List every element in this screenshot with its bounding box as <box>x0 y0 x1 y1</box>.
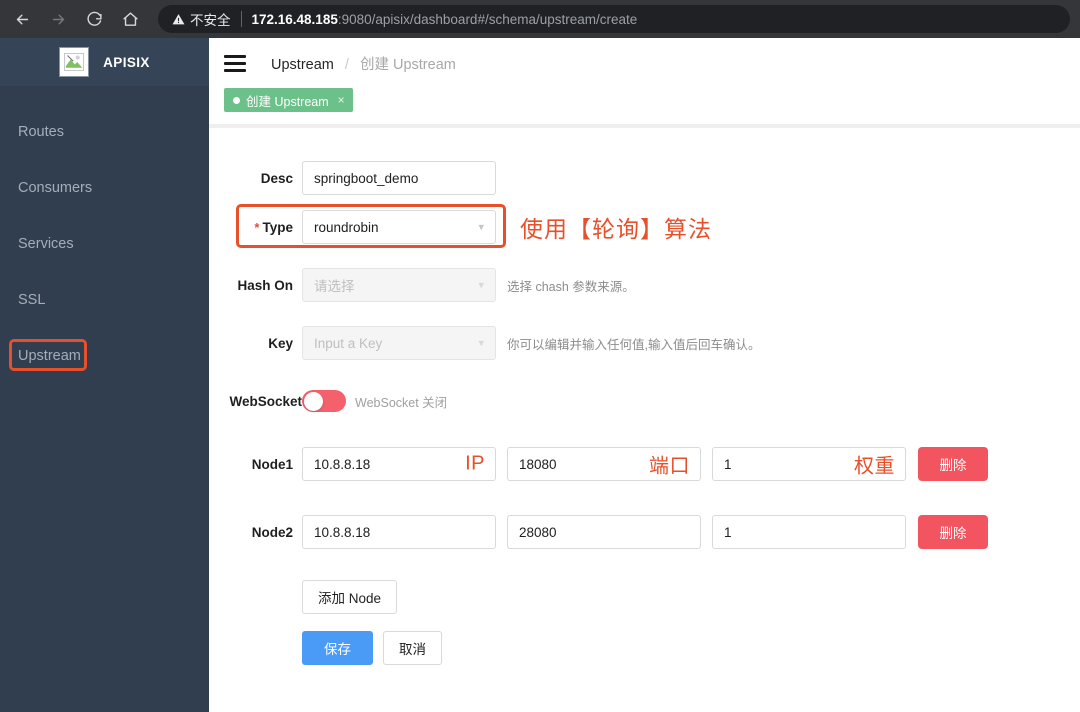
sidebar-item-label: SSL <box>18 292 46 308</box>
breadcrumb-separator: / <box>344 56 349 73</box>
node2-port-input[interactable]: 28080 <box>507 515 701 549</box>
sidebar-menu: Routes Consumers Services SSL Upstream <box>0 86 209 384</box>
form-row-actions: 保存 取消 <box>209 628 1080 668</box>
add-node-button[interactable]: 添加 Node <box>302 580 398 614</box>
websocket-label: WebSocket <box>229 393 302 409</box>
brand-label: APISIX <box>103 54 150 70</box>
browser-toolbar: 不安全 172.16.48.185:9080/apisix/dashboard#… <box>0 0 1080 38</box>
sidebar-item-routes[interactable]: Routes <box>0 104 209 160</box>
node1-host-input[interactable]: 10.8.8.18 IP <box>302 447 496 481</box>
sidebar: APISIX Routes Consumers Services SSL Ups… <box>0 38 209 712</box>
sidebar-item-label: Consumers <box>18 180 93 196</box>
cancel-button[interactable]: 取消 <box>383 631 442 665</box>
sidebar-item-upstream[interactable]: Upstream <box>0 328 209 384</box>
node1-port-value: 18080 <box>519 456 557 472</box>
forward-button[interactable] <box>44 5 72 33</box>
node1-host-value: 10.8.8.18 <box>314 456 371 472</box>
form-row-node2: Node2 10.8.8.18 28080 1 删除 <box>209 498 1080 566</box>
form-row-desc: Desc springboot_demo <box>209 158 1080 198</box>
node1-weight-input[interactable]: 1 权重 <box>712 447 906 481</box>
sidebar-item-services[interactable]: Services <box>0 216 209 272</box>
chevron-down-icon: ▾ <box>478 221 484 234</box>
type-select[interactable]: roundrobin ▾ <box>302 210 496 244</box>
page-topbar: Upstream / 创建 Upstream <box>209 38 1080 88</box>
home-button[interactable] <box>116 5 144 33</box>
node1-label: Node1 <box>251 456 293 472</box>
hash-on-select[interactable]: 请选择 ▾ <box>302 268 496 302</box>
tab-label: 创建 Upstream <box>246 94 329 109</box>
node2-weight-value: 1 <box>724 524 732 540</box>
breadcrumb: Upstream / 创建 Upstream <box>271 53 456 74</box>
form-row-type: * Type roundrobin ▾ 使用【轮询】算法 <box>209 198 1080 256</box>
desc-label: Desc <box>260 170 293 186</box>
sidebar-brand[interactable]: APISIX <box>0 38 209 86</box>
sidebar-item-label: Routes <box>18 124 64 140</box>
node2-host-input[interactable]: 10.8.8.18 <box>302 515 496 549</box>
chevron-down-icon: ▾ <box>478 337 484 350</box>
node2-label: Node2 <box>251 524 293 540</box>
node2-host-value: 10.8.8.18 <box>314 524 371 540</box>
websocket-toggle[interactable] <box>302 390 346 412</box>
key-hint: 你可以编辑并输入任何值,输入值后回车确认。 <box>507 337 761 352</box>
sidebar-item-label: Upstream <box>18 348 81 364</box>
main-content: Upstream / 创建 Upstream 创建 Upstream × Des… <box>209 38 1080 712</box>
tab-status-dot-icon <box>233 96 240 104</box>
websocket-state-text: WebSocket 关闭 <box>355 395 448 410</box>
sidebar-item-consumers[interactable]: Consumers <box>0 160 209 216</box>
address-bar[interactable]: 不安全 172.16.48.185:9080/apisix/dashboard#… <box>158 5 1070 33</box>
toggle-knob <box>303 391 323 411</box>
warning-triangle-icon <box>172 13 185 26</box>
url-host: 172.16.48.185 <box>251 11 338 27</box>
node2-weight-input[interactable]: 1 <box>712 515 906 549</box>
type-label-text: Type <box>262 219 293 235</box>
node1-weight-value: 1 <box>724 456 732 472</box>
desc-input[interactable]: springboot_demo <box>302 161 496 195</box>
form-row-websocket: WebSocket WebSocket 关闭 <box>209 372 1080 430</box>
tab-create-upstream[interactable]: 创建 Upstream × <box>224 88 353 112</box>
sidebar-item-label: Services <box>18 236 74 252</box>
hash-on-label: Hash On <box>237 277 293 293</box>
security-status-text: 不安全 <box>190 13 231 28</box>
breadcrumb-item-upstream[interactable]: Upstream <box>271 57 334 73</box>
type-value: roundrobin <box>314 219 379 235</box>
annotation-text-weight: 权重 <box>854 455 895 478</box>
required-marker: * <box>254 219 260 235</box>
node2-delete-button[interactable]: 删除 <box>918 515 988 549</box>
annotation-text-ip: IP <box>465 452 485 475</box>
form-row-add-node: 添加 Node <box>209 566 1080 628</box>
form-row-key: Key Input a Key ▾ 你可以编辑并输入任何值,输入值后回车确认。 <box>209 314 1080 372</box>
form-row-node1: Node1 10.8.8.18 IP 18080 端口 1 权重 删除 <box>209 430 1080 498</box>
save-button[interactable]: 保存 <box>302 631 373 665</box>
annotation-text-type: 使用【轮询】算法 <box>520 216 712 242</box>
key-label: Key <box>268 335 293 351</box>
key-input[interactable]: Input a Key ▾ <box>302 326 496 360</box>
node1-delete-button[interactable]: 删除 <box>918 447 988 481</box>
broken-image-icon <box>59 47 90 77</box>
close-icon[interactable]: × <box>338 93 345 107</box>
desc-value: springboot_demo <box>314 170 419 186</box>
annotation-text-port: 端口 <box>649 455 690 478</box>
node2-port-value: 28080 <box>519 524 557 540</box>
key-placeholder: Input a Key <box>314 335 383 351</box>
hamburger-menu-icon[interactable] <box>224 54 246 72</box>
page-tabbar: 创建 Upstream × <box>209 88 1080 124</box>
breadcrumb-item-create: 创建 Upstream <box>359 56 456 73</box>
reload-button[interactable] <box>80 5 108 33</box>
sidebar-item-ssl[interactable]: SSL <box>0 272 209 328</box>
node1-port-input[interactable]: 18080 端口 <box>507 447 701 481</box>
back-button[interactable] <box>8 5 36 33</box>
upstream-form: Desc springboot_demo * Type roundrobin ▾ … <box>209 124 1080 668</box>
form-row-hash-on: Hash On 请选择 ▾ 选择 chash 参数来源。 <box>209 256 1080 314</box>
omnibox-divider <box>240 11 242 27</box>
url-path: :9080/apisix/dashboard#/schema/upstream/… <box>337 11 638 27</box>
chevron-down-icon: ▾ <box>478 279 484 292</box>
type-label: * Type <box>209 220 302 235</box>
hash-on-hint: 选择 chash 参数来源。 <box>507 279 635 294</box>
hash-on-placeholder: 请选择 <box>314 279 355 294</box>
